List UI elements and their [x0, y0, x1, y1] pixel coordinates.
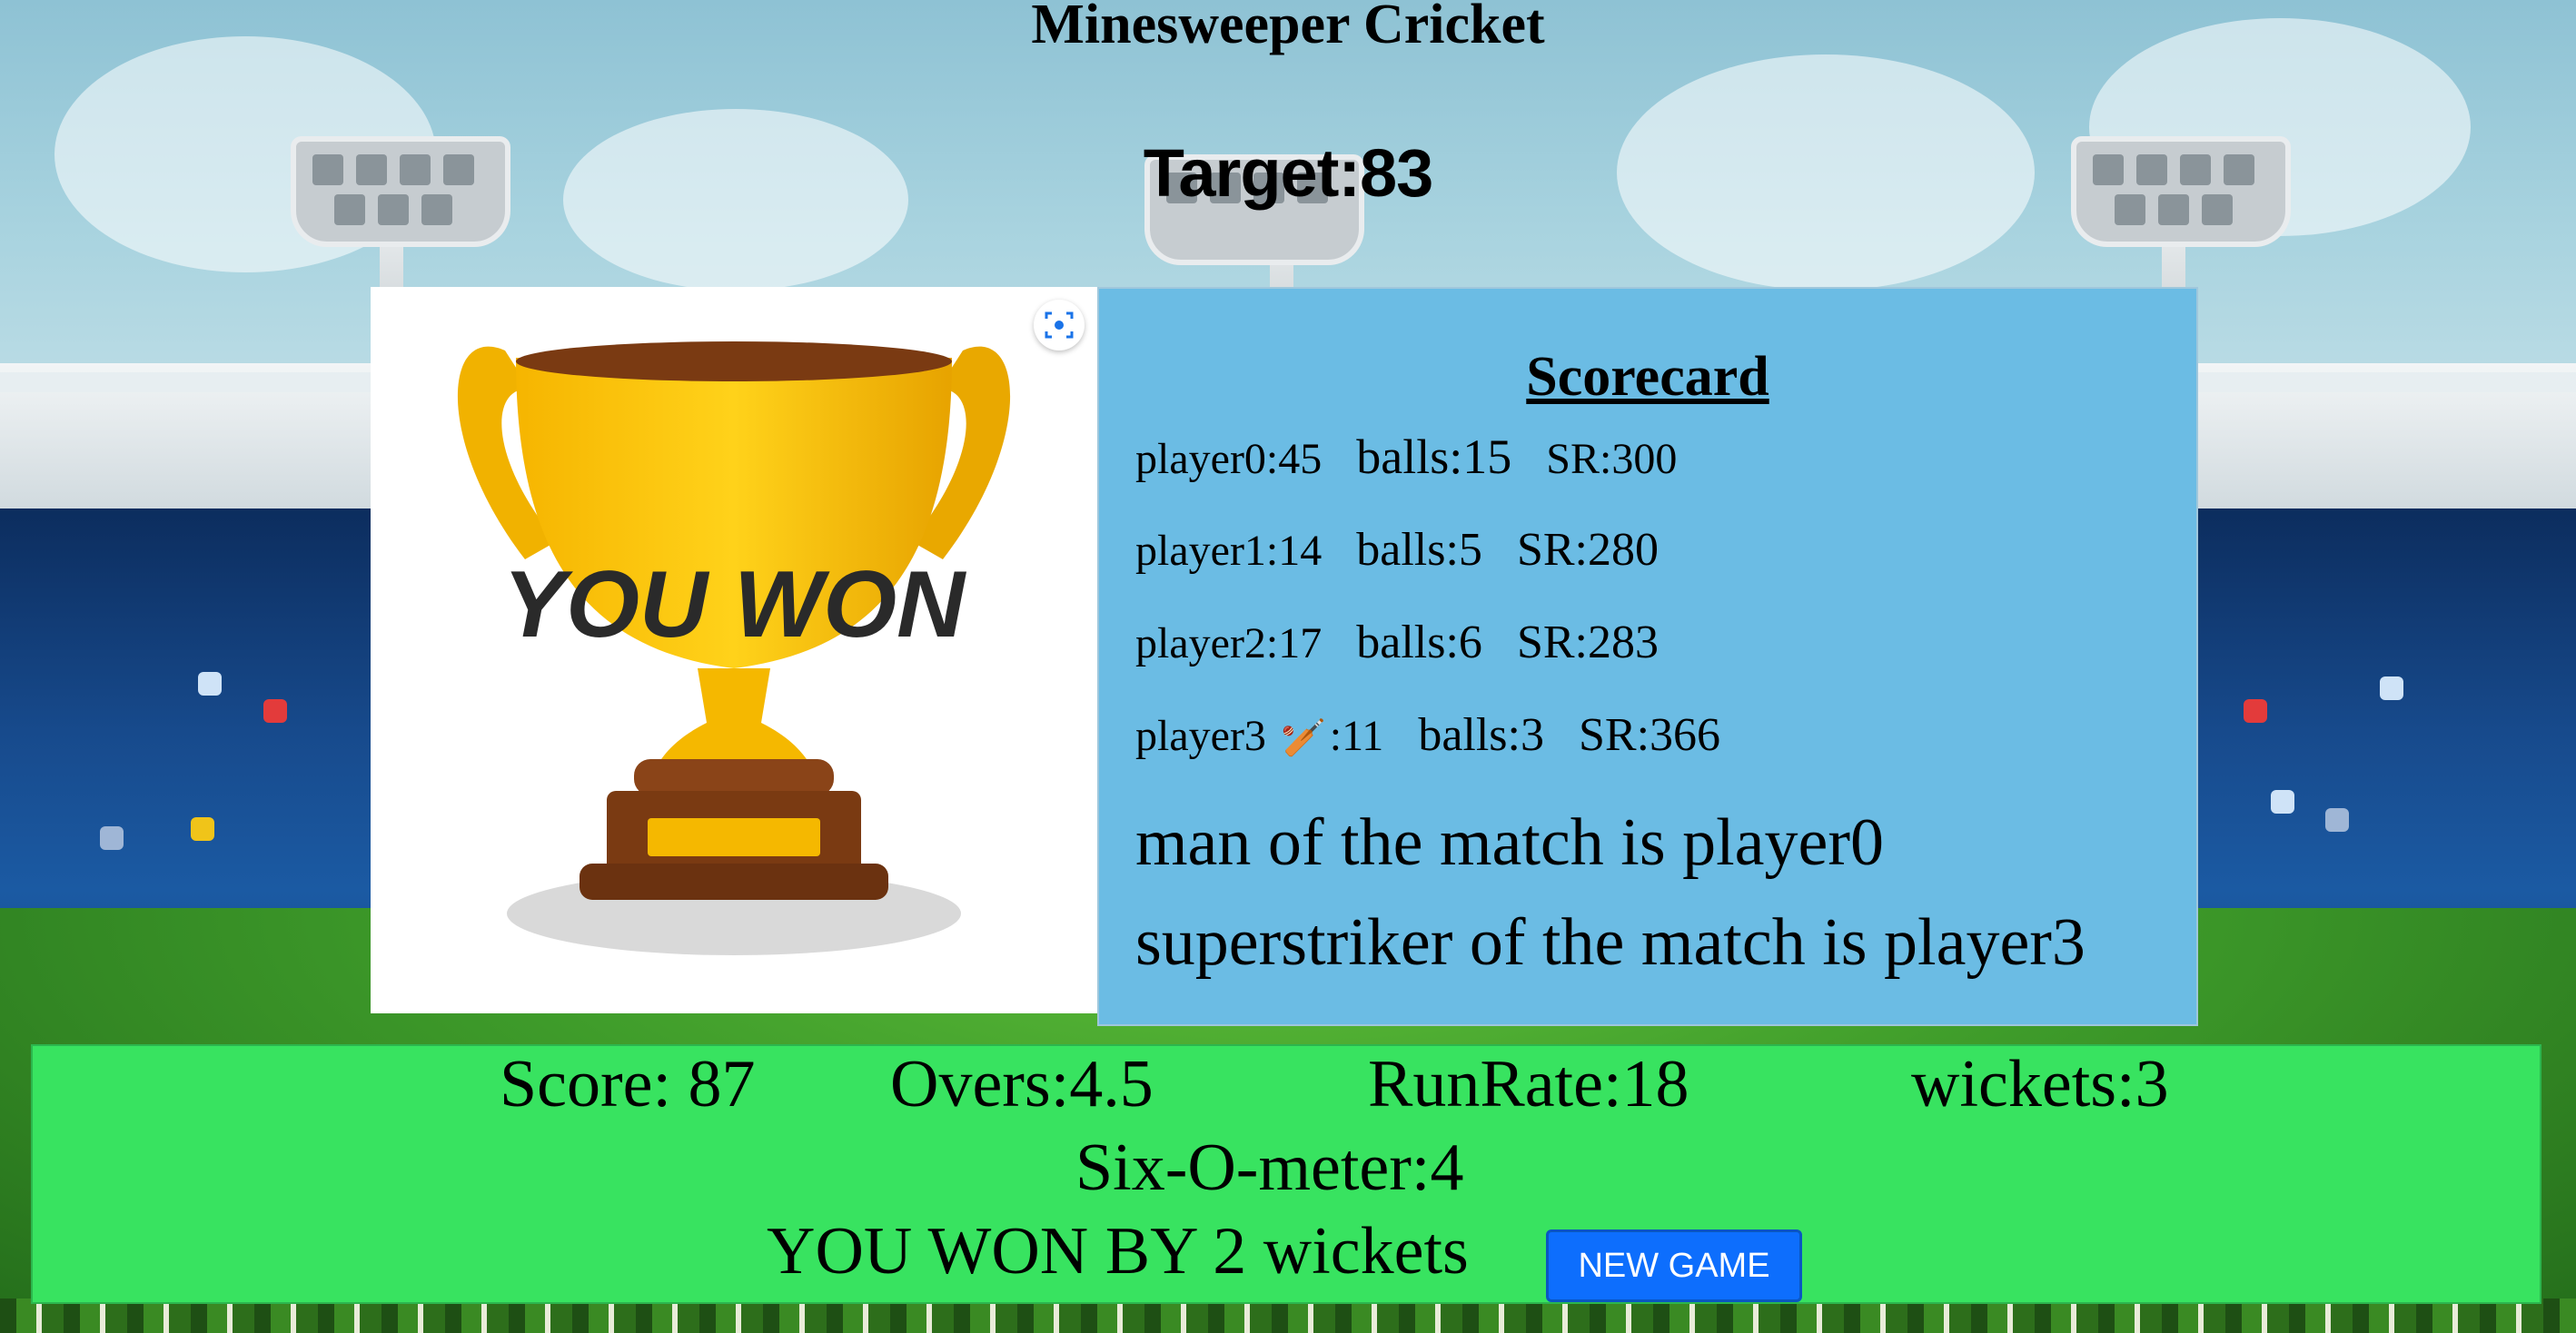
- match-status-panel: Score: 87 Overs:4.5 RunRate:18 wickets:3…: [31, 1044, 2541, 1304]
- score-label: Score: 87: [500, 1047, 756, 1121]
- new-game-button[interactable]: NEW GAME: [1546, 1229, 1802, 1302]
- player-strike-rate: SR:283: [1516, 617, 1659, 668]
- player-strike-rate: SR:300: [1546, 435, 1678, 483]
- player-runs: player2:17: [1135, 619, 1323, 667]
- crowd-flag: [198, 672, 222, 696]
- scorecard-title: Scorecard: [1526, 346, 1769, 408]
- player-row: player2:17 balls:6 SR:283: [1135, 616, 1693, 669]
- crowd-flag: [191, 817, 214, 841]
- player-balls: balls:6: [1356, 617, 1482, 668]
- target-label: Target:83: [1143, 135, 1434, 211]
- player-row: player0:45 balls:15 SR:300: [1135, 429, 1711, 485]
- player-name: player3 🏏:11: [1135, 711, 1383, 761]
- player-strike-rate: SR:280: [1516, 524, 1659, 576]
- player-runs: player1:14: [1135, 527, 1323, 575]
- result-message: YOU WON BY 2 wickets: [767, 1214, 1469, 1289]
- player-row: player1:14 balls:5 SR:280: [1135, 523, 1693, 577]
- lens-search-icon[interactable]: [1034, 300, 1085, 351]
- crowd-flag: [100, 826, 124, 850]
- six-o-meter-label: Six-O-meter:4: [1075, 1131, 1464, 1205]
- player-balls: balls:3: [1418, 709, 1544, 761]
- stand-rail-right: [2195, 372, 2576, 392]
- crowd-flag: [263, 699, 287, 723]
- overs-label: Overs:4.5: [890, 1047, 1154, 1121]
- crowd-flag: [2244, 699, 2267, 723]
- crowd-flag: [2271, 790, 2294, 814]
- player-runs: player0:45: [1135, 435, 1323, 483]
- man-of-the-match: man of the match is player0: [1135, 805, 1885, 880]
- crowd-flag: [2380, 676, 2403, 700]
- player-runs: :11: [1329, 712, 1384, 760]
- player-balls: balls:5: [1356, 524, 1482, 576]
- player-balls: balls:15: [1356, 430, 1512, 484]
- trophy-image: YOU WON: [371, 287, 1097, 1013]
- page-title: Minesweeper Cricket: [1031, 0, 1545, 55]
- player-name-text: player3: [1135, 712, 1266, 760]
- svg-text:YOU WON: YOU WON: [503, 552, 966, 657]
- superstriker-of-the-match: superstriker of the match is player3: [1135, 905, 2086, 980]
- crowd-flag: [2325, 808, 2349, 832]
- stand-rail-left: [0, 372, 381, 392]
- cricket-bat-icon: 🏏: [1280, 717, 1326, 758]
- run-rate-label: RunRate:18: [1368, 1047, 1689, 1121]
- player-strike-rate: SR:366: [1578, 709, 1721, 761]
- scorecard-panel: Scorecard player0:45 balls:15 SR:300 playe…: [1097, 287, 2198, 1026]
- player-row: player3 🏏:11 balls:3 SR:366: [1135, 708, 1755, 762]
- trophy-icon: YOU WON: [457, 341, 1011, 955]
- wickets-label: wickets:3: [1911, 1047, 2169, 1121]
